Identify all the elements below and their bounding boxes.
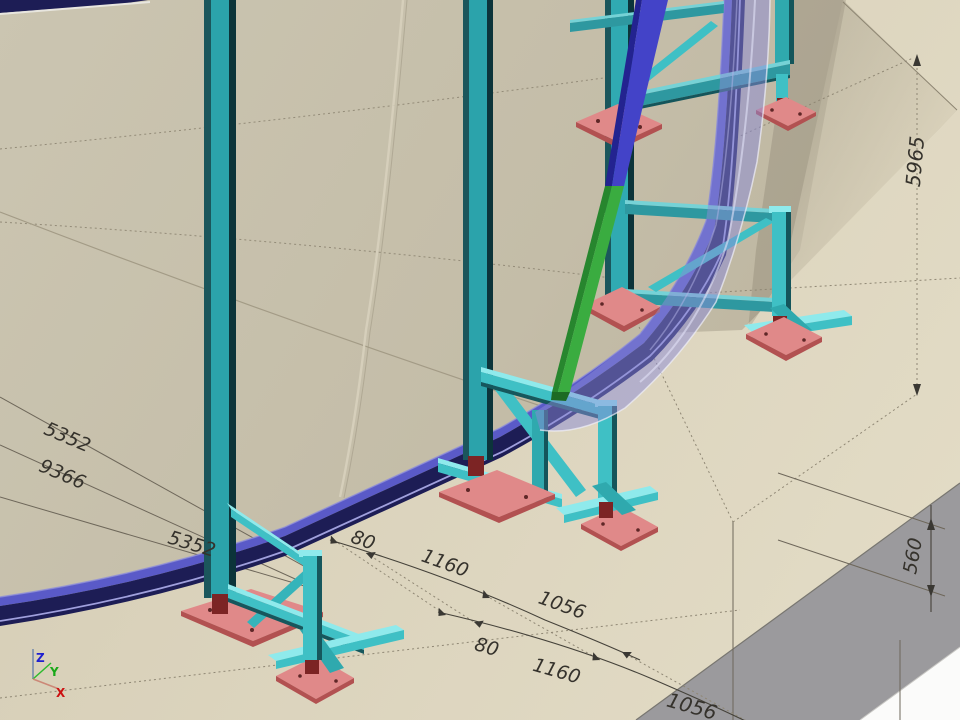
steel-column (775, 0, 794, 64)
steel-column (463, 0, 493, 460)
stand-post (772, 212, 786, 316)
z-axis-label: Z (36, 651, 45, 665)
3d-model-viewport[interactable]: 5352 9366 5352 80 1160 1056 80 1160 1056… (0, 0, 960, 720)
anchor-stub (468, 456, 484, 476)
anchor-stub (212, 594, 228, 614)
stand-post (303, 556, 317, 660)
y-axis-label: Y (49, 665, 59, 679)
anchor-stub (599, 502, 613, 518)
model-canvas[interactable]: 5352 9366 5352 80 1160 1056 80 1160 1056… (0, 0, 960, 720)
x-axis-label: X (56, 686, 66, 700)
dim-label-5965: 5965 (901, 135, 929, 188)
anchor-stub (305, 658, 319, 674)
